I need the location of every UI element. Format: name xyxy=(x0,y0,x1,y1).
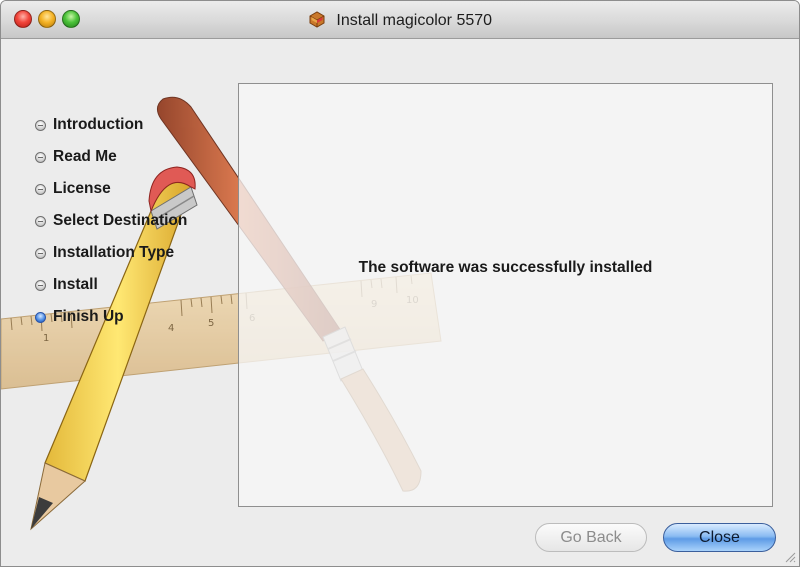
step-active-bullet-icon xyxy=(35,311,46,323)
go-back-button[interactable]: Go Back xyxy=(535,523,647,552)
step-read-me: Read Me xyxy=(35,141,187,173)
step-bullet-icon xyxy=(35,151,46,163)
step-bullet-icon xyxy=(35,247,46,259)
step-label: Installation Type xyxy=(53,244,175,261)
installer-window: Install magicolor 5570 1 4 5 Introductio… xyxy=(0,0,800,567)
step-bullet-icon xyxy=(35,183,46,195)
step-label: Select Destination xyxy=(53,212,188,229)
step-installation-type: Installation Type xyxy=(35,237,187,269)
success-message: The software was successfully installed xyxy=(358,259,653,276)
step-license: License xyxy=(35,173,187,205)
ruler-tick-label: 5 xyxy=(208,318,214,329)
package-icon xyxy=(308,10,326,34)
step-label: Introduction xyxy=(53,116,144,133)
step-introduction: Introduction xyxy=(35,109,187,141)
step-select-destination: Select Destination xyxy=(35,205,187,237)
step-label: Finish Up xyxy=(53,308,124,325)
window-title-group: Install magicolor 5570 xyxy=(1,10,799,34)
window-title: Install magicolor 5570 xyxy=(336,12,493,29)
step-finish-up: Finish Up xyxy=(35,301,187,333)
step-label: Install xyxy=(53,276,98,293)
step-install: Install xyxy=(35,269,187,301)
close-button[interactable]: Close xyxy=(663,523,776,552)
step-bullet-icon xyxy=(35,279,46,291)
step-bullet-icon xyxy=(35,119,46,131)
ruler-tick-label: 1 xyxy=(43,333,49,344)
step-label: Read Me xyxy=(53,148,117,165)
resize-grip-icon[interactable] xyxy=(784,551,796,563)
step-bullet-icon xyxy=(35,215,46,227)
content-panel: The software was successfully installed xyxy=(238,83,773,507)
title-bar[interactable]: Install magicolor 5570 xyxy=(1,1,799,39)
step-label: License xyxy=(53,180,111,197)
installer-steps-list: Introduction Read Me License Select Dest… xyxy=(35,109,187,333)
